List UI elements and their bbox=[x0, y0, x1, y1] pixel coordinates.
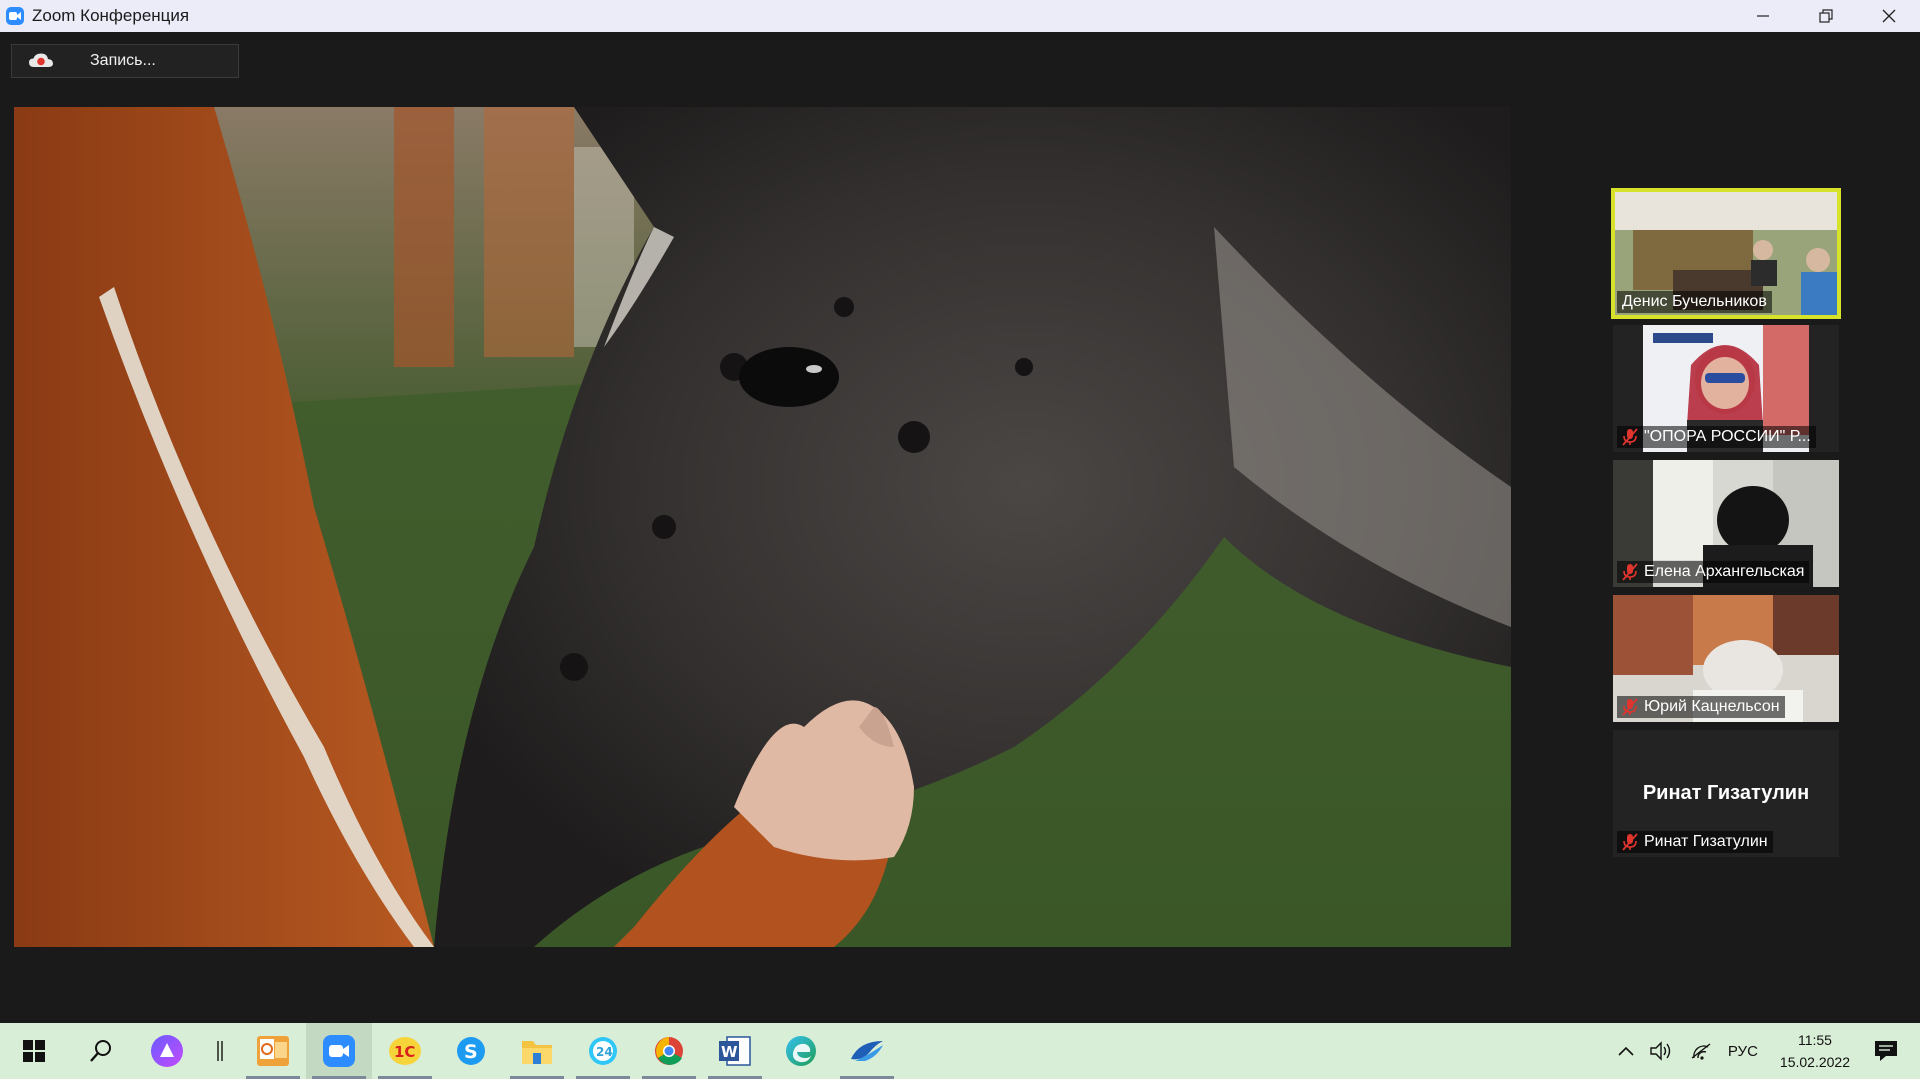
explorer-icon bbox=[522, 1041, 552, 1064]
gallery-tile[interactable]: Денис Бучельников bbox=[1611, 188, 1841, 319]
participant-label: "ОПОРА РОССИИ" Р... bbox=[1617, 426, 1816, 448]
taskbar-divider bbox=[200, 1023, 240, 1079]
tray-notifications[interactable] bbox=[1864, 1040, 1920, 1062]
wifi-icon bbox=[1691, 1043, 1711, 1060]
skype-icon: S bbox=[457, 1037, 485, 1065]
word-icon: W bbox=[719, 1036, 751, 1066]
tray-volume[interactable] bbox=[1642, 1041, 1682, 1061]
divider-icon bbox=[217, 1041, 223, 1061]
gallery-tile[interactable]: Юрий Кацнельсон bbox=[1613, 595, 1839, 722]
taskbar: 1C S 24 W РУС 11:55 15.02.2022 bbox=[0, 1023, 1920, 1079]
edge-icon bbox=[786, 1036, 816, 1066]
chrome-icon bbox=[655, 1037, 683, 1065]
taskbar-app-explorer[interactable] bbox=[504, 1023, 570, 1079]
bitrix24-icon: 24 bbox=[589, 1037, 617, 1065]
search-button[interactable] bbox=[68, 1023, 134, 1079]
participant-name: Денис Бучельников bbox=[1622, 293, 1767, 310]
taskbar-app-zoom[interactable] bbox=[306, 1023, 372, 1079]
gallery-tile[interactable]: Елена Архангельская bbox=[1613, 460, 1839, 587]
participant-name: Ринат Гизатулин bbox=[1644, 833, 1768, 850]
close-icon bbox=[1882, 9, 1895, 23]
restore-icon bbox=[1818, 9, 1833, 23]
restore-button[interactable] bbox=[1794, 0, 1857, 32]
cloud-record-icon bbox=[28, 52, 54, 70]
microphone-muted-icon bbox=[1622, 698, 1638, 716]
participant-label: Ринат Гизатулин bbox=[1617, 831, 1773, 853]
chevron-up-icon bbox=[1618, 1046, 1634, 1056]
zoom-window: Zoom Конференция Запись... Денис Бучельн… bbox=[0, 0, 1920, 1023]
alice-icon bbox=[151, 1035, 183, 1067]
gallery-tile[interactable]: Ринат Гизатулин Ринат Гизатулин bbox=[1613, 730, 1839, 857]
tray-network[interactable] bbox=[1682, 1042, 1720, 1060]
taskbar-app-skype[interactable]: S bbox=[438, 1023, 504, 1079]
microphone-muted-icon bbox=[1622, 833, 1638, 851]
system-tray: РУС 11:55 15.02.2022 bbox=[1610, 1023, 1920, 1079]
microphone-muted-icon bbox=[1622, 563, 1638, 581]
volume-icon bbox=[1650, 1041, 1671, 1061]
tray-clock[interactable]: 11:55 15.02.2022 bbox=[1766, 1029, 1864, 1073]
window-title: Zoom Конференция bbox=[32, 6, 190, 25]
taskbar-app-edge[interactable] bbox=[768, 1023, 834, 1079]
outlook-icon bbox=[257, 1036, 289, 1066]
participant-placeholder-name: Ринат Гизатулин bbox=[1642, 782, 1810, 804]
zoom-app-icon bbox=[6, 7, 24, 25]
title-bar[interactable]: Zoom Конференция bbox=[0, 0, 1920, 32]
window-controls bbox=[1731, 0, 1920, 32]
participant-label: Елена Архангельская bbox=[1617, 561, 1810, 583]
1c-icon: 1C bbox=[389, 1037, 421, 1065]
recording-label: Запись... bbox=[90, 52, 156, 69]
search-icon bbox=[90, 1040, 111, 1062]
zoom-icon bbox=[323, 1035, 355, 1067]
start-button[interactable] bbox=[0, 1023, 68, 1079]
tray-chevron[interactable] bbox=[1610, 1045, 1642, 1057]
clock-time: 11:55 bbox=[1797, 1032, 1832, 1048]
taskbar-app-outlook[interactable] bbox=[240, 1023, 306, 1079]
taskbar-app-word[interactable]: W bbox=[702, 1023, 768, 1079]
minimize-icon bbox=[1756, 15, 1769, 17]
clock-date: 15.02.2022 bbox=[1779, 1054, 1850, 1070]
start-icon bbox=[23, 1040, 45, 1062]
participant-name: Юрий Кацнельсон bbox=[1644, 698, 1780, 715]
svg-text:W: W bbox=[721, 1043, 738, 1061]
minimize-button[interactable] bbox=[1731, 0, 1794, 32]
gallery-tile[interactable]: "ОПОРА РОССИИ" Р... bbox=[1613, 325, 1839, 452]
svg-text:24: 24 bbox=[596, 1045, 613, 1059]
taskbar-app-chrome[interactable] bbox=[636, 1023, 702, 1079]
main-video-feed[interactable] bbox=[14, 107, 1511, 947]
tray-language[interactable]: РУС bbox=[1720, 1043, 1766, 1060]
app-swoosh-icon bbox=[851, 1041, 883, 1061]
participant-name: Елена Архангельская bbox=[1644, 563, 1805, 580]
participant-label: Денис Бучельников bbox=[1617, 291, 1772, 313]
svg-text:S: S bbox=[464, 1041, 478, 1063]
notification-icon bbox=[1875, 1041, 1897, 1061]
close-button[interactable] bbox=[1857, 0, 1920, 32]
participant-label: Юрий Кацнельсон bbox=[1617, 696, 1785, 718]
alice-button[interactable] bbox=[134, 1023, 200, 1079]
svg-text:1C: 1C bbox=[394, 1043, 415, 1061]
taskbar-app-bitrix24[interactable]: 24 bbox=[570, 1023, 636, 1079]
participant-name: "ОПОРА РОССИИ" Р... bbox=[1644, 428, 1811, 445]
recording-indicator[interactable]: Запись... bbox=[11, 44, 239, 78]
taskbar-app-swoosh[interactable] bbox=[834, 1023, 900, 1079]
microphone-muted-icon bbox=[1622, 428, 1638, 446]
taskbar-app-1c[interactable]: 1C bbox=[372, 1023, 438, 1079]
